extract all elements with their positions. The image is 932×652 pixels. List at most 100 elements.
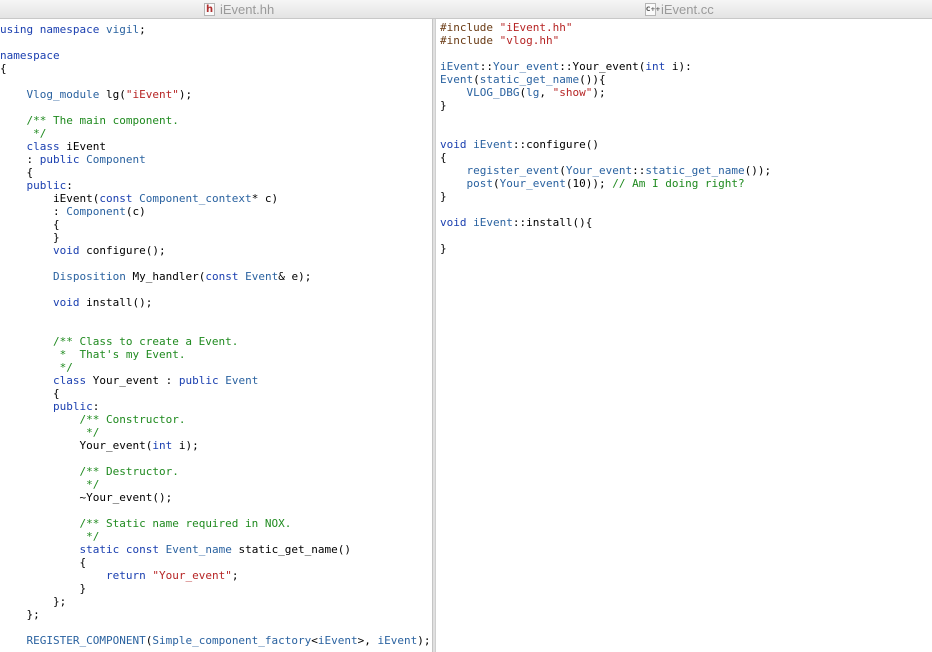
code-token: post <box>466 177 494 190</box>
code-token: ); <box>592 86 606 99</box>
code-token: ::configure() <box>512 138 599 151</box>
code-line: void configure(); <box>0 244 432 257</box>
code-line: * That's my Event. <box>0 348 432 361</box>
code-text-area[interactable]: #include "iEvent.hh"#include "vlog.hh"​i… <box>436 20 932 255</box>
code-token: < <box>311 634 318 647</box>
code-token: /** Destructor. <box>79 465 179 478</box>
editor-pane-source-file[interactable]: #include "iEvent.hh"#include "vlog.hh"​i… <box>436 20 932 652</box>
code-line: { <box>0 218 432 231</box>
code-token: ~Your_event(); <box>0 491 173 504</box>
code-line: class iEvent <box>0 140 432 153</box>
code-line: } <box>440 242 932 255</box>
code-token: #include <box>440 21 500 34</box>
code-token: Disposition <box>52 270 126 283</box>
code-token: static_get_name <box>479 73 580 86</box>
code-token: } <box>440 99 447 112</box>
code-line: } <box>0 231 432 244</box>
code-token: */ <box>26 127 47 140</box>
code-line: namespace <box>0 49 432 62</box>
code-token: void <box>440 138 467 151</box>
tab-ievent-cc[interactable]: C++ iEvent.cc <box>645 0 714 19</box>
code-line: void iEvent::install(){ <box>440 216 932 229</box>
code-token: public <box>178 374 219 387</box>
code-token: { <box>0 556 87 569</box>
code-token: REGISTER_COMPONENT <box>26 634 146 647</box>
code-token: : <box>0 153 40 166</box>
code-line: */ <box>0 361 432 374</box>
code-token: { <box>0 62 7 75</box>
code-line: ​ <box>0 322 432 335</box>
code-token: ()){ <box>579 73 606 86</box>
code-token: Simple_component_factory <box>152 634 312 647</box>
code-token: ( <box>473 73 480 86</box>
code-line: iEvent::Your_event::Your_event(int i): <box>440 60 932 73</box>
code-token: iEvent <box>473 138 513 151</box>
code-line: } <box>0 582 432 595</box>
code-token: Event <box>245 270 279 283</box>
code-line: /** Destructor. <box>0 465 432 478</box>
tab-label: iEvent.cc <box>661 2 714 17</box>
code-token: using namespace <box>0 23 106 36</box>
code-token: class <box>26 140 60 153</box>
code-line: ​ <box>440 112 932 125</box>
tab-label: iEvent.hh <box>220 2 275 17</box>
code-line: ​ <box>440 47 932 60</box>
code-token: } <box>0 582 87 595</box>
code-token: ()); <box>744 164 772 177</box>
code-line: { <box>0 166 432 179</box>
editor-pane-header-file[interactable]: using namespace vigil;​namespace{​ Vlog_… <box>0 20 432 652</box>
code-line: }; <box>0 595 432 608</box>
code-line: REGISTER_COMPONENT(Simple_component_fact… <box>0 634 432 647</box>
editor-window: h iEvent.hh C++ iEvent.cc using namespac… <box>0 0 932 652</box>
code-token: i); <box>172 439 199 452</box>
code-token: i): <box>665 60 692 73</box>
code-token: : <box>92 400 100 413</box>
code-line: #include "vlog.hh" <box>440 34 932 47</box>
code-line: ​ <box>0 504 432 517</box>
code-line: return "Your_event"; <box>0 569 432 582</box>
code-token: void <box>52 296 80 309</box>
code-token: public <box>39 153 80 166</box>
code-text-area[interactable]: using namespace vigil;​namespace{​ Vlog_… <box>0 20 432 647</box>
code-token: */ <box>79 478 100 491</box>
code-token: } <box>0 231 60 244</box>
code-token: /** The main component. <box>26 114 179 127</box>
code-token: Component_context <box>139 192 252 205</box>
code-line: ​ <box>0 101 432 114</box>
code-token: static_get_name() <box>231 543 352 556</box>
code-token: ( <box>559 164 566 177</box>
code-line: ​ <box>0 257 432 270</box>
code-token: /** Static name required in NOX. <box>79 517 292 530</box>
code-line: class Your_event : public Event <box>0 374 432 387</box>
code-line: public: <box>0 400 432 413</box>
code-line: ​ <box>440 203 932 216</box>
code-line: */ <box>0 530 432 543</box>
code-token: >, <box>357 634 378 647</box>
code-token: int <box>645 60 666 73</box>
title-bar: h iEvent.hh C++ iEvent.cc <box>0 0 932 19</box>
code-token: : <box>0 205 67 218</box>
code-token: * c) <box>251 192 279 205</box>
code-line: ​ <box>0 75 432 88</box>
code-line: ​ <box>0 283 432 296</box>
code-line: Event(static_get_name()){ <box>440 73 932 86</box>
code-line: /** Class to create a Event. <box>0 335 432 348</box>
code-token: ::install(){ <box>512 216 593 229</box>
tab-ievent-hh[interactable]: h iEvent.hh <box>204 0 274 19</box>
